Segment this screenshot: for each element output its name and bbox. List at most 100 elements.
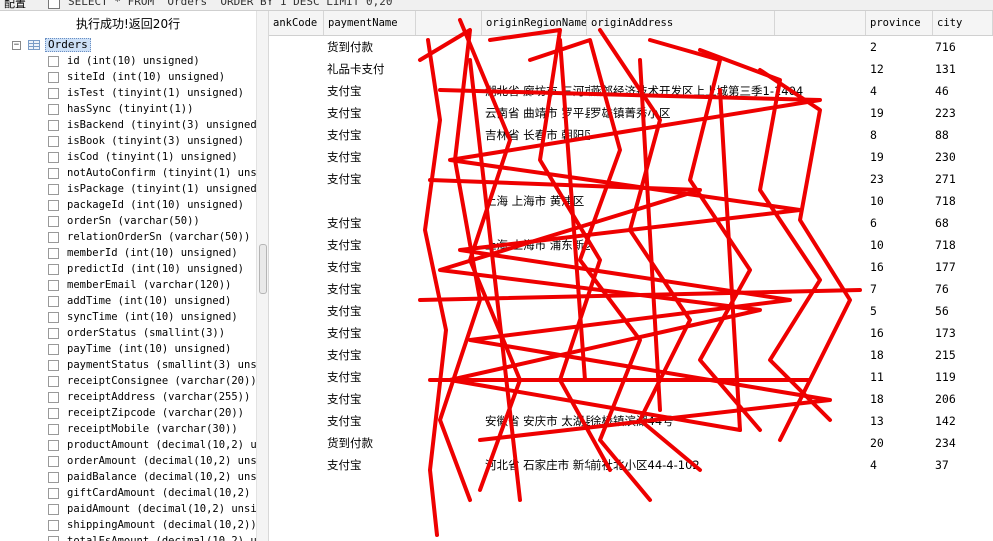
payment-name-cell[interactable]: 支付宝 <box>327 168 417 190</box>
field-item[interactable]: notAutoConfirm (tinyint(1) unsi <box>48 165 256 181</box>
field-item[interactable]: orderAmount (decimal(10,2) unsi <box>48 453 256 469</box>
province-cell[interactable]: 6 <box>870 212 930 234</box>
city-cell[interactable]: 37 <box>935 454 993 476</box>
address-cell[interactable] <box>590 278 890 300</box>
address-cell[interactable] <box>590 190 890 212</box>
province-cell[interactable]: 13 <box>870 410 930 432</box>
field-item[interactable]: receiptAddress (varchar(255)) <box>48 389 256 405</box>
address-cell[interactable] <box>590 212 890 234</box>
payment-name-cell[interactable]: 支付宝 <box>327 124 417 146</box>
region-cell[interactable]: 湖北省 廊坊市 三河市 <box>485 80 590 102</box>
region-cell[interactable] <box>485 146 590 168</box>
field-item[interactable]: shippingAmount (decimal(10,2)) <box>48 517 256 533</box>
region-cell[interactable] <box>485 58 590 80</box>
field-item[interactable]: totalEsAmount (decimal(10,2) un <box>48 533 256 541</box>
field-item[interactable]: memberId (int(10) unsigned) <box>48 245 256 261</box>
field-item[interactable]: isCod (tinyint(1) unsigned) <box>48 149 256 165</box>
city-cell[interactable]: 119 <box>935 366 993 388</box>
field-item[interactable]: isBackend (tinyint(3) unsigned) <box>48 117 256 133</box>
region-cell[interactable] <box>485 212 590 234</box>
table-row[interactable]: 支付宝 7 76 <box>269 278 993 300</box>
address-cell[interactable] <box>590 36 890 58</box>
table-name-label[interactable]: Orders <box>45 38 91 52</box>
city-cell[interactable]: 718 <box>935 190 993 212</box>
city-cell[interactable]: 223 <box>935 102 993 124</box>
field-item[interactable]: receiptZipcode (varchar(20)) <box>48 405 256 421</box>
table-row[interactable]: 支付宝 吉林省 长春市 朝阳区 8 88 <box>269 124 993 146</box>
field-item[interactable]: memberEmail (varchar(120)) <box>48 277 256 293</box>
region-cell[interactable] <box>485 168 590 190</box>
payment-name-cell[interactable]: 支付宝 <box>327 388 417 410</box>
province-cell[interactable]: 2 <box>870 36 930 58</box>
city-cell[interactable]: 716 <box>935 36 993 58</box>
city-cell[interactable]: 76 <box>935 278 993 300</box>
column-header[interactable]: ankCode <box>269 11 324 35</box>
table-row[interactable]: 支付宝 18 206 <box>269 388 993 410</box>
field-item[interactable]: hasSync (tinyint(1)) <box>48 101 256 117</box>
field-item[interactable]: id (int(10) unsigned) <box>48 53 256 69</box>
column-header[interactable] <box>416 11 482 35</box>
region-cell[interactable] <box>485 432 590 454</box>
region-cell[interactable] <box>485 256 590 278</box>
payment-name-cell[interactable]: 支付宝 <box>327 300 417 322</box>
table-row[interactable]: 支付宝 湖北省 廊坊市 三河市 燕郊经济技术开发区上上城第三季1-1404 4 46 <box>269 80 993 102</box>
region-cell[interactable] <box>485 36 590 58</box>
field-item[interactable]: giftCardAmount (decimal(10,2) u <box>48 485 256 501</box>
address-cell[interactable] <box>590 300 890 322</box>
payment-name-cell[interactable]: 支付宝 <box>327 146 417 168</box>
region-cell[interactable] <box>485 322 590 344</box>
column-header[interactable]: city <box>933 11 993 35</box>
field-item[interactable]: isTest (tinyint(1) unsigned) <box>48 85 256 101</box>
payment-name-cell[interactable]: 支付宝 <box>327 256 417 278</box>
city-cell[interactable]: 206 <box>935 388 993 410</box>
config-label[interactable]: 配置 <box>4 0 26 10</box>
address-cell[interactable] <box>590 168 890 190</box>
column-header[interactable]: originRegionName <box>482 11 587 35</box>
region-cell[interactable] <box>485 366 590 388</box>
province-cell[interactable]: 20 <box>870 432 930 454</box>
field-item[interactable]: packageId (int(10) unsigned) <box>48 197 256 213</box>
region-cell[interactable] <box>485 344 590 366</box>
payment-name-cell[interactable]: 货到付款 <box>327 36 417 58</box>
table-row[interactable]: 礼品卡支付 12 131 <box>269 58 993 80</box>
address-cell[interactable]: 前社北小区44-4-102 <box>590 454 890 476</box>
table-row[interactable]: 支付宝 安徽省 安庆市 太湖县 徐桥镇滨湖44号 13 142 <box>269 410 993 432</box>
field-item[interactable]: orderStatus (smallint(3)) <box>48 325 256 341</box>
address-cell[interactable]: 罗雄镇菁秀小区 <box>590 102 890 124</box>
region-cell[interactable]: 上海 上海市 浦东新区 <box>485 234 590 256</box>
table-row[interactable]: 支付宝 上海 上海市 浦东新区 10 718 <box>269 234 993 256</box>
region-cell[interactable]: 河北省 石家庄市 新华区 <box>485 454 590 476</box>
address-cell[interactable] <box>590 58 890 80</box>
scrollbar-thumb[interactable] <box>259 244 267 294</box>
city-cell[interactable]: 230 <box>935 146 993 168</box>
field-item[interactable]: orderSn (varchar(50)) <box>48 213 256 229</box>
field-item[interactable]: payTime (int(10) unsigned) <box>48 341 256 357</box>
region-cell[interactable] <box>485 388 590 410</box>
address-cell[interactable] <box>590 146 890 168</box>
region-cell[interactable]: 云南省 曲靖市 罗平县 <box>485 102 590 124</box>
address-cell[interactable] <box>590 256 890 278</box>
address-cell[interactable] <box>590 124 890 146</box>
city-cell[interactable]: 88 <box>935 124 993 146</box>
province-cell[interactable]: 8 <box>870 124 930 146</box>
table-row[interactable]: 支付宝 5 56 <box>269 300 993 322</box>
field-item[interactable]: receiptConsignee (varchar(20)) <box>48 373 256 389</box>
field-item[interactable]: paymentStatus (smallint(3) unsi <box>48 357 256 373</box>
province-cell[interactable]: 4 <box>870 80 930 102</box>
tree-node-orders[interactable]: − Orders <box>12 37 91 53</box>
region-cell[interactable] <box>485 278 590 300</box>
city-cell[interactable]: 215 <box>935 344 993 366</box>
payment-name-cell[interactable]: 支付宝 <box>327 344 417 366</box>
province-cell[interactable]: 19 <box>870 146 930 168</box>
city-cell[interactable]: 68 <box>935 212 993 234</box>
address-cell[interactable]: 徐桥镇滨湖44号 <box>590 410 890 432</box>
payment-name-cell[interactable]: 支付宝 <box>327 212 417 234</box>
region-cell[interactable]: 安徽省 安庆市 太湖县 <box>485 410 590 432</box>
field-item[interactable]: isBook (tinyint(3) unsigned) <box>48 133 256 149</box>
address-cell[interactable] <box>590 366 890 388</box>
column-header[interactable]: province <box>866 11 933 35</box>
address-cell[interactable]: 燕郊经济技术开发区上上城第三季1-1404 <box>590 80 890 102</box>
field-item[interactable]: paidAmount (decimal(10,2) unsig <box>48 501 256 517</box>
field-item[interactable]: isPackage (tinyint(1) unsigned) <box>48 181 256 197</box>
address-cell[interactable] <box>590 388 890 410</box>
